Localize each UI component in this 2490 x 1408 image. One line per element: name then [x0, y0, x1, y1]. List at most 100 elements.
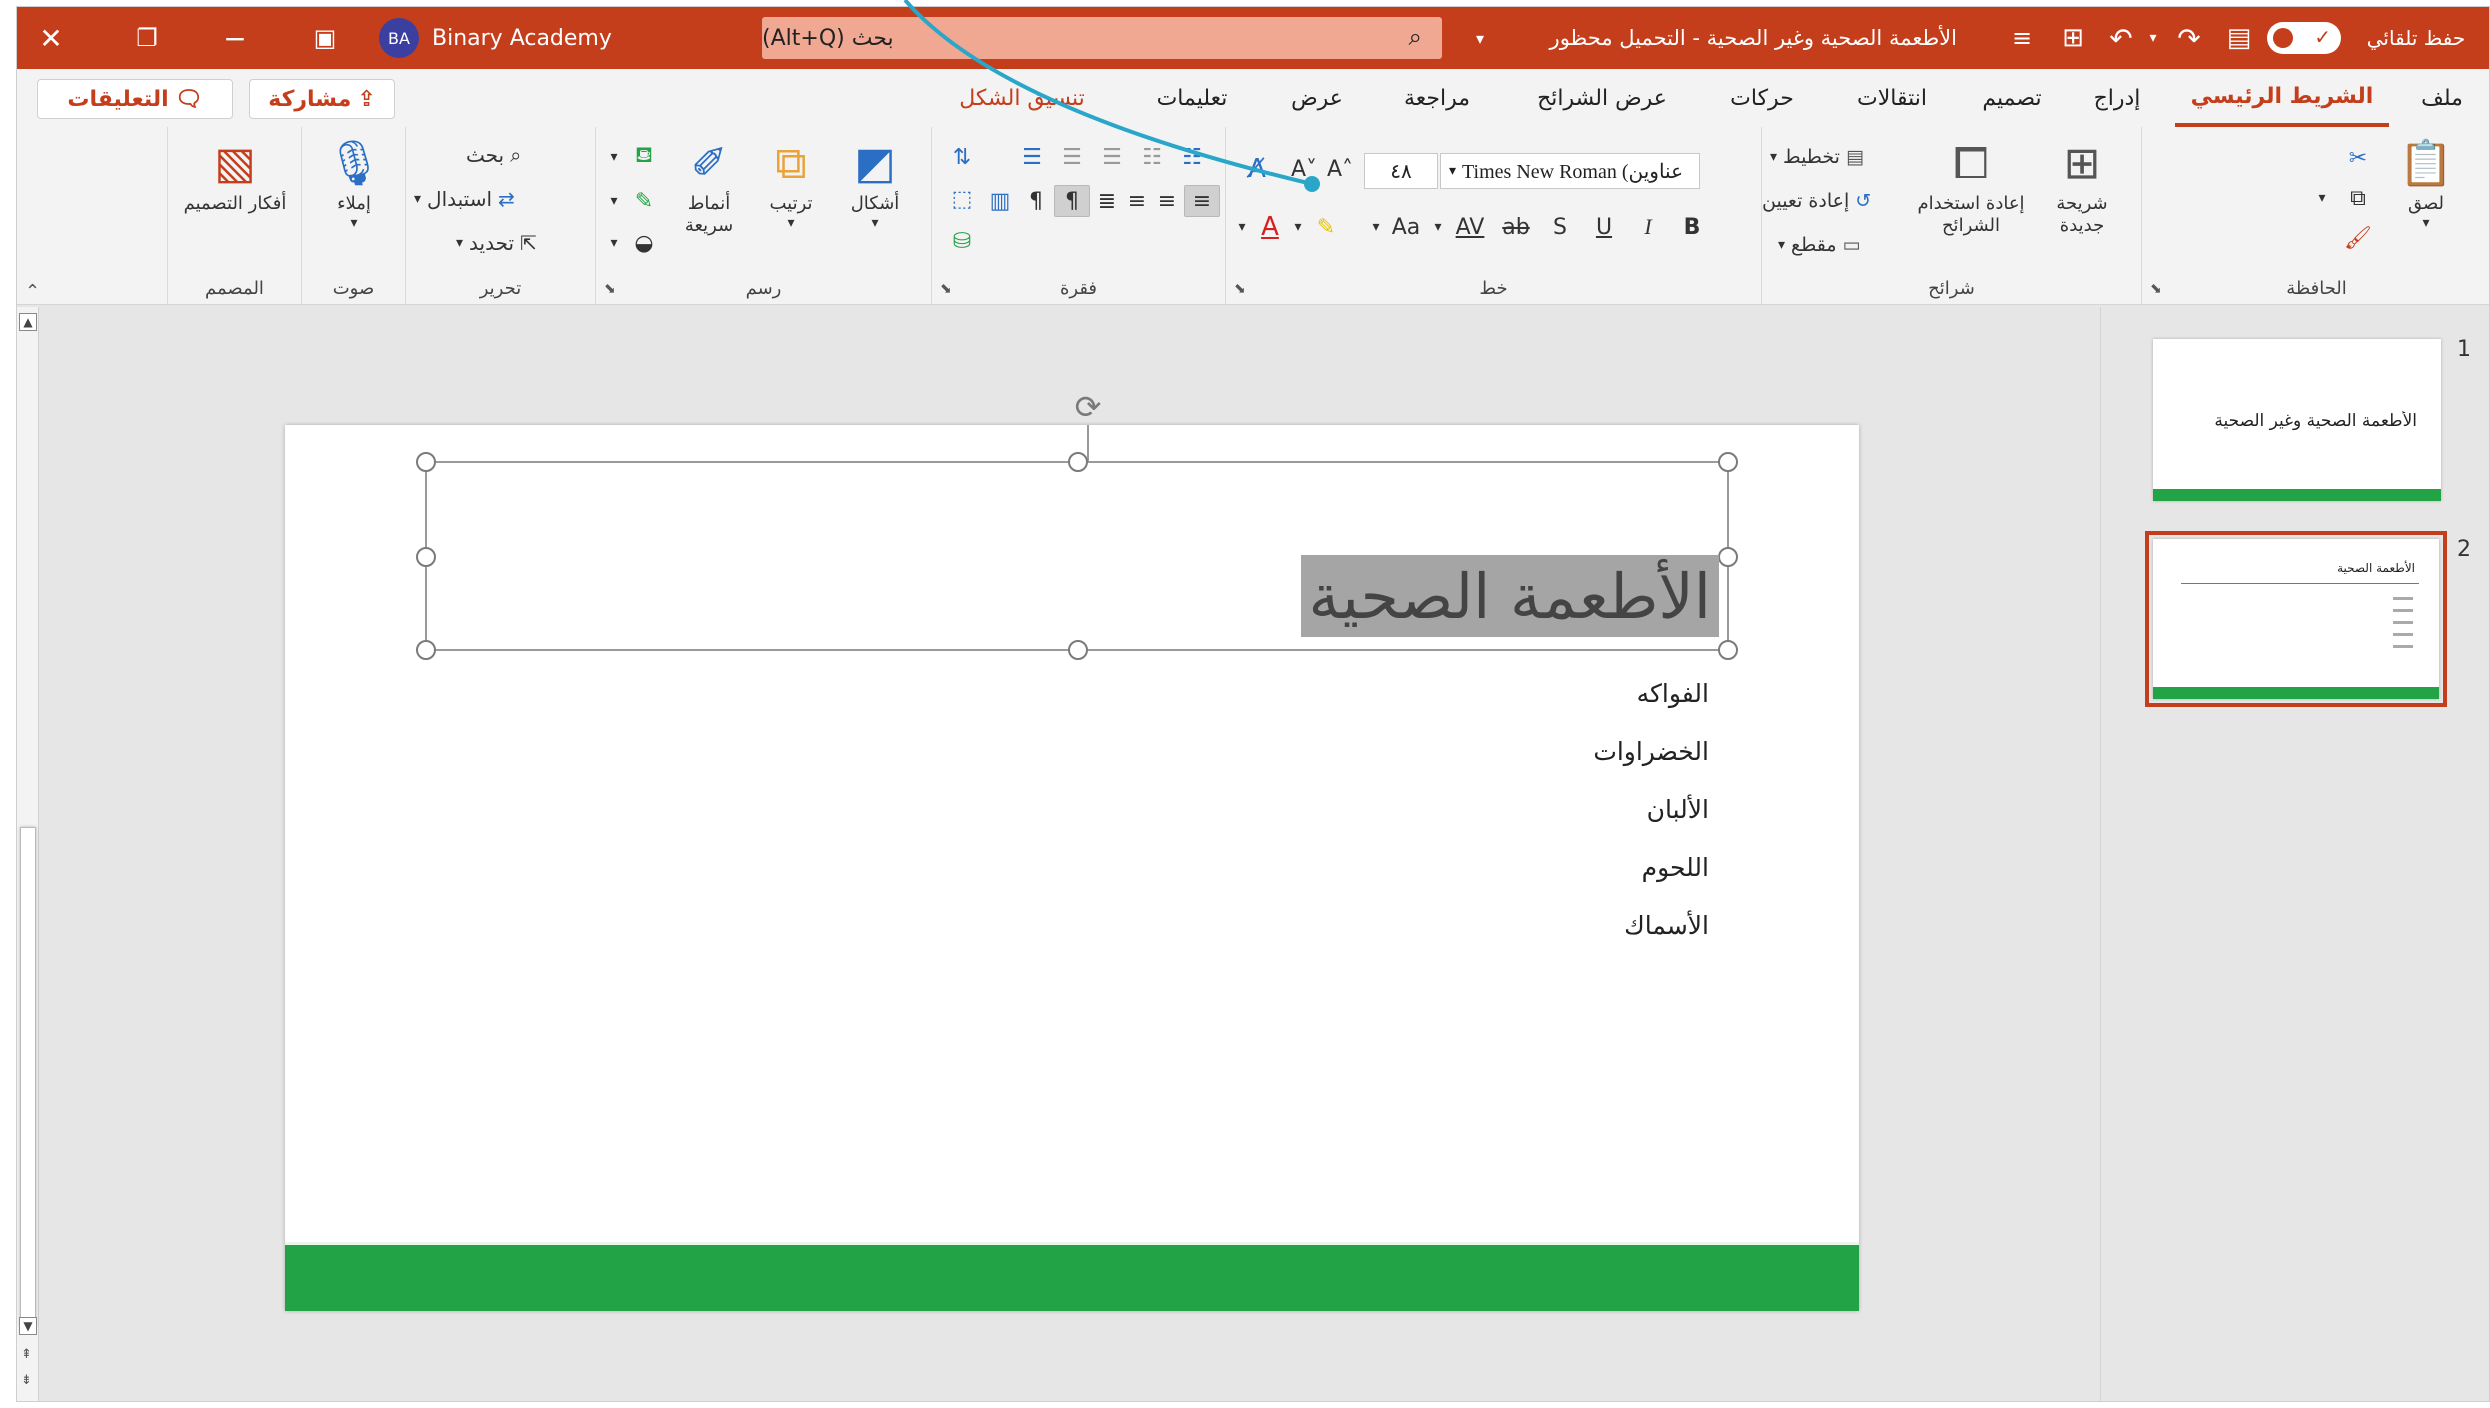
shadow-button[interactable]: S	[1540, 209, 1580, 245]
paste-button[interactable]: 📋 لصق ▾	[2386, 135, 2466, 231]
columns-icon[interactable]: ▥	[982, 185, 1018, 217]
save-icon[interactable]: ▤	[2217, 7, 2261, 69]
new-slide-button[interactable]: ⊞ شريحة جديدة	[2034, 135, 2130, 236]
vertical-scrollbar[interactable]: ▲ ▼ ⇞ ⇟	[17, 307, 39, 1401]
align-text-icon[interactable]: ⬚	[942, 183, 982, 215]
comments-button[interactable]: 🗨 التعليقات	[37, 79, 233, 119]
next-slide-icon[interactable]: ⇟	[21, 1373, 32, 1388]
list-item[interactable]: الأسماك	[1593, 897, 1709, 955]
shape-fill-dropdown[interactable]: ▾	[602, 141, 626, 173]
resize-handle-sw[interactable]	[416, 640, 436, 660]
previous-slide-icon[interactable]: ⇞	[21, 1347, 32, 1362]
decrease-indent-icon[interactable]: ☰	[1052, 141, 1092, 173]
resize-handle-se[interactable]	[1718, 640, 1738, 660]
collapse-ribbon-icon[interactable]: ⌃	[25, 281, 40, 302]
tab-insert[interactable]: إدراج	[2077, 69, 2157, 127]
list-item[interactable]: الفواكه	[1593, 665, 1709, 723]
shape-effects-icon[interactable]: ◒	[626, 227, 662, 259]
align-left-icon[interactable]: ≡	[1122, 185, 1152, 217]
shape-outline-icon[interactable]: ✎	[626, 185, 662, 217]
undo-icon[interactable]: ↶	[2099, 7, 2143, 69]
strikethrough-button[interactable]: ab	[1496, 209, 1536, 245]
design-ideas-button[interactable]: ▧ أفكار التصميم	[168, 135, 302, 215]
shape-outline-dropdown[interactable]: ▾	[602, 185, 626, 217]
scroll-up-icon[interactable]: ▲	[19, 313, 37, 331]
section-button[interactable]: ▾ مقطع ▭	[1778, 227, 1860, 263]
avatar[interactable]: BA	[379, 18, 419, 58]
autosave-toggle[interactable]: ✓	[2267, 22, 2341, 54]
arrange-button[interactable]: ⧉ ترتيب ▾	[756, 135, 826, 231]
text-direction-icon[interactable]: ⇅	[942, 141, 982, 173]
list-item[interactable]: الألبان	[1593, 781, 1709, 839]
font-color-dropdown[interactable]: ▾	[1232, 209, 1252, 245]
reset-button[interactable]: إعادة تعيين ↺	[1762, 183, 1871, 219]
resize-handle-ne[interactable]	[1718, 452, 1738, 472]
resize-handle-nw[interactable]	[416, 452, 436, 472]
copy-dropdown[interactable]: ▾	[2312, 181, 2332, 215]
decrease-font-icon[interactable]: A˅	[1286, 149, 1322, 189]
tab-home[interactable]: الشريط الرئيسي	[2175, 69, 2389, 127]
align-right-icon[interactable]: ≡	[1184, 185, 1220, 217]
increase-font-icon[interactable]: A˄	[1322, 149, 1358, 189]
bullets-icon[interactable]: ☷	[1172, 141, 1212, 173]
undo-dropdown-icon[interactable]: ▾	[2143, 7, 2163, 69]
smartart-icon[interactable]: ⛁	[942, 225, 982, 257]
select-button[interactable]: ▾ تحديد ⇱	[456, 225, 537, 261]
resize-handle-w[interactable]	[416, 547, 436, 567]
format-painter-icon[interactable]: 🖌	[2338, 221, 2378, 255]
replace-button[interactable]: ▾ استبدال ⇄	[414, 181, 515, 217]
redo-icon[interactable]: ↷	[2167, 7, 2211, 69]
tab-shape-format[interactable]: تنسيق الشكل	[937, 69, 1107, 127]
present-icon[interactable]: ⊞	[2051, 7, 2095, 69]
case-dropdown[interactable]: ▾	[1366, 209, 1386, 245]
resize-handle-e[interactable]	[1718, 547, 1738, 567]
restore-icon[interactable]: ❐	[119, 7, 175, 69]
bullet-list[interactable]: الفواكه الخضراوات الألبان اللحوم الأسماك	[1593, 665, 1709, 955]
scroll-down-icon[interactable]: ▼	[19, 1317, 37, 1335]
share-button[interactable]: ⇪ مشاركة	[249, 79, 395, 119]
font-color-icon[interactable]: A	[1252, 209, 1288, 245]
increase-indent-icon[interactable]: ☰	[1092, 141, 1132, 173]
minimize-icon[interactable]: −	[207, 7, 263, 69]
underline-button[interactable]: U	[1584, 209, 1624, 245]
slide-title[interactable]: الأطعمة الصحية	[1300, 555, 1719, 637]
justify-icon[interactable]: ≣	[1092, 185, 1122, 217]
dictate-button[interactable]: 🎙 إملاء ▾	[302, 135, 406, 231]
customize-toolbar-icon[interactable]: ≡	[2007, 7, 2037, 69]
slide-thumbnail-1[interactable]: الأطعمة الصحية وغير الصحية	[2153, 339, 2441, 501]
clear-formatting-icon[interactable]: A̸	[1234, 149, 1280, 189]
cut-icon[interactable]: ✂	[2338, 141, 2378, 175]
tab-design[interactable]: تصميم	[1967, 69, 2057, 127]
shape-effects-dropdown[interactable]: ▾	[602, 227, 626, 259]
spacing-dropdown[interactable]: ▾	[1428, 209, 1448, 245]
tab-transitions[interactable]: انتقالات	[1837, 69, 1947, 127]
tab-animations[interactable]: حركات	[1707, 69, 1817, 127]
slide-thumbnail-2[interactable]: الأطعمة الصحية	[2145, 531, 2447, 707]
font-name-select[interactable]: ▾ Times New Roman (عناوين	[1440, 153, 1700, 189]
slide-canvas[interactable]: ⟳ الأطعمة الصحية الفواكه الخضراوات الألب…	[285, 388, 1859, 1311]
layout-button[interactable]: ▾ تخطيط ▤	[1770, 139, 1864, 175]
resize-handle-n[interactable]	[1068, 452, 1088, 472]
line-spacing-icon[interactable]: ☰	[1012, 141, 1052, 173]
italic-button[interactable]: I	[1628, 209, 1668, 245]
tab-review[interactable]: مراجعة	[1382, 69, 1492, 127]
tab-file[interactable]: ملف	[2407, 69, 2477, 127]
rtl-icon[interactable]: ¶	[1054, 185, 1090, 217]
quick-styles-button[interactable]: ✐ أنماط سريعة	[666, 135, 752, 236]
bold-button[interactable]: B	[1672, 209, 1712, 245]
resize-handle-s[interactable]	[1068, 640, 1088, 660]
change-case-button[interactable]: Aa	[1386, 209, 1426, 245]
find-button[interactable]: بحث ⌕	[466, 137, 521, 173]
title-placeholder[interactable]: الأطعمة الصحية	[416, 452, 1738, 660]
character-spacing-button[interactable]: AV	[1448, 209, 1492, 245]
list-item[interactable]: الخضراوات	[1593, 723, 1709, 781]
reuse-slides-button[interactable]: ⧠ إعادة استخدام الشرائح	[1912, 135, 2030, 236]
highlight-icon[interactable]: ✎	[1308, 209, 1344, 245]
rotate-handle-icon[interactable]: ⟳	[1070, 388, 1106, 426]
font-size-select[interactable]: ٤٨	[1364, 153, 1438, 189]
list-item[interactable]: اللحوم	[1593, 839, 1709, 897]
tab-view[interactable]: عرض	[1277, 69, 1357, 127]
ltr-icon[interactable]: ¶	[1018, 185, 1054, 217]
scroll-thumb[interactable]	[20, 827, 36, 1327]
ribbon-display-icon[interactable]: ▣	[297, 7, 353, 69]
